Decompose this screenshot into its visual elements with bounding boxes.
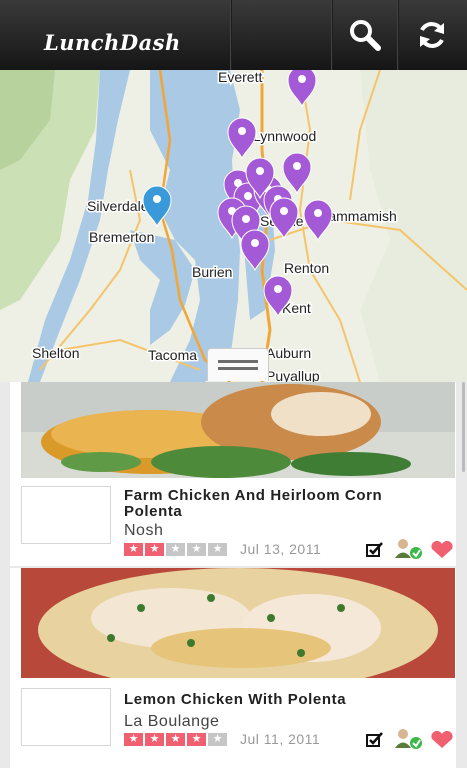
map-label: Everett bbox=[218, 70, 262, 85]
map-view[interactable]: Everett Lynnwood Silverdale Sammamish Br… bbox=[0, 70, 467, 382]
scrollbar[interactable] bbox=[462, 382, 465, 472]
refresh-button[interactable] bbox=[400, 0, 464, 70]
map-pin-dot bbox=[238, 127, 246, 135]
lunch-feed[interactable]: Farm Chicken And Heirloom Corn Polenta N… bbox=[0, 382, 467, 768]
list-item[interactable]: Lemon Chicken With Polenta La Boulange ★… bbox=[10, 568, 456, 768]
list-item[interactable]: Farm Chicken And Heirloom Corn Polenta N… bbox=[10, 382, 456, 566]
dish-title[interactable]: Lemon Chicken With Polenta bbox=[124, 692, 424, 708]
map-drawer-handle[interactable] bbox=[207, 348, 269, 381]
add-friend-icon[interactable] bbox=[394, 728, 424, 750]
refresh-icon bbox=[420, 22, 444, 48]
toolbar-divider bbox=[230, 0, 232, 70]
map-pin-dot bbox=[280, 207, 288, 215]
map-label: Renton bbox=[284, 260, 329, 276]
map-label: Bremerton bbox=[89, 229, 154, 245]
restaurant-name[interactable]: Nosh bbox=[124, 522, 163, 540]
post-date: Jul 13, 2011 bbox=[240, 541, 322, 557]
star-icon: ★ bbox=[145, 733, 164, 746]
map-label: Shelton bbox=[32, 345, 79, 361]
map-pin-dot bbox=[256, 167, 264, 175]
map-pin-dot bbox=[274, 285, 282, 293]
star-icon: ★ bbox=[145, 543, 164, 556]
star-icon: ★ bbox=[166, 733, 185, 746]
star-icon: ★ bbox=[124, 733, 143, 746]
toolbar-divider bbox=[397, 0, 399, 70]
star-icon: ★ bbox=[187, 733, 206, 746]
dish-thumbnail bbox=[21, 688, 111, 746]
dish-title[interactable]: Farm Chicken And Heirloom Corn Polenta bbox=[124, 488, 424, 520]
add-friend-icon[interactable] bbox=[394, 538, 424, 560]
star-icon: ★ bbox=[187, 543, 206, 556]
map-pin-dot bbox=[242, 215, 250, 223]
star-icon: ★ bbox=[124, 543, 143, 556]
restaurant-name[interactable]: La Boulange bbox=[124, 713, 219, 731]
search-button[interactable] bbox=[333, 0, 397, 70]
map-pin-dot bbox=[251, 239, 259, 247]
map-pin-dot bbox=[244, 192, 252, 200]
heart-icon[interactable] bbox=[430, 541, 454, 559]
map-label: Lynnwood bbox=[253, 128, 316, 144]
dish-thumbnail bbox=[21, 486, 111, 544]
map-label: Silverdale bbox=[87, 198, 149, 214]
rating-stars: ★ ★ ★ ★ ★ bbox=[124, 543, 227, 556]
checkin-icon[interactable] bbox=[366, 732, 384, 748]
map-label: Burien bbox=[192, 264, 232, 280]
star-icon: ★ bbox=[166, 543, 185, 556]
star-icon: ★ bbox=[208, 543, 227, 556]
map-pin-dot bbox=[298, 75, 306, 83]
app-logo: LunchDash bbox=[44, 30, 181, 55]
dish-photo bbox=[21, 568, 455, 678]
checkin-icon[interactable] bbox=[366, 542, 384, 558]
app-toolbar: LunchDash bbox=[0, 0, 467, 71]
star-icon: ★ bbox=[208, 733, 227, 746]
map-pin-dot bbox=[153, 195, 161, 203]
map-label: Tacoma bbox=[148, 347, 197, 363]
search-icon bbox=[350, 20, 381, 51]
map-pin-dot bbox=[314, 209, 322, 217]
dish-photo bbox=[21, 382, 455, 478]
map-label: Auburn bbox=[266, 345, 311, 361]
map-pin-dot bbox=[293, 162, 301, 170]
map-label: Puyallup bbox=[266, 368, 320, 382]
heart-icon[interactable] bbox=[430, 731, 454, 749]
rating-stars: ★ ★ ★ ★ ★ bbox=[124, 733, 227, 746]
post-date: Jul 11, 2011 bbox=[240, 731, 321, 747]
